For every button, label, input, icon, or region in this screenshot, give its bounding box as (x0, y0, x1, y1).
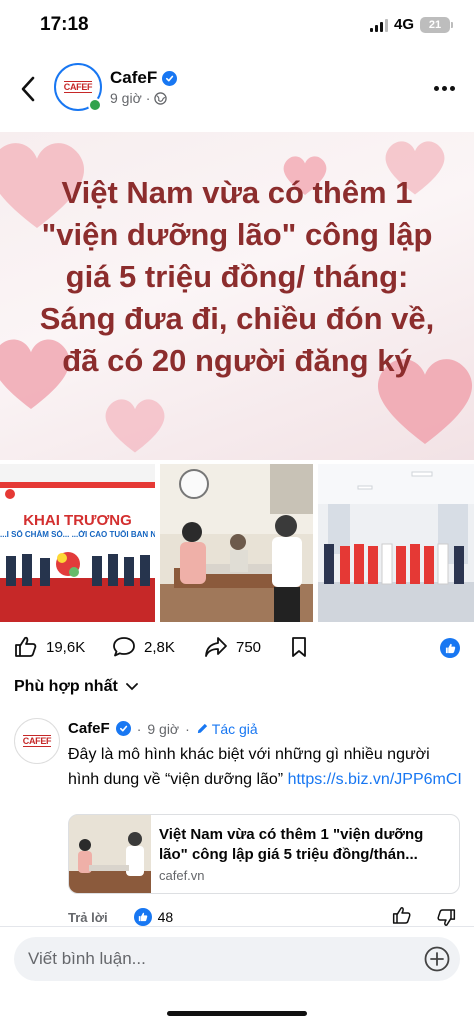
comment-like-count: 48 (157, 909, 174, 925)
photo-hall[interactable] (318, 464, 474, 622)
comment-input-placeholder: Viết bình luận... (28, 949, 146, 968)
avatar-logo: CAFEF (22, 735, 52, 747)
pencil-icon (197, 723, 207, 734)
network-type: 4G (393, 16, 414, 33)
like-count: 19,6K (46, 638, 86, 656)
thumbs-up-icon (445, 643, 455, 653)
post-time[interactable]: 9 giờ (110, 90, 142, 106)
online-status-dot (88, 98, 102, 112)
share-icon (205, 637, 227, 657)
bookmark-icon (292, 637, 306, 657)
comment-link[interactable]: https://s.biz.vn/JPP6mCI (288, 771, 462, 788)
like-button[interactable]: 19,6K (14, 636, 85, 658)
hall-scene (318, 464, 474, 622)
page-name[interactable]: CafeF (110, 68, 157, 88)
link-title: Việt Nam vừa có thêm 1 "viện dưỡng lão" … (159, 826, 424, 863)
comment-header: CafeF · 9 giờ · Tác giả (68, 720, 258, 737)
battery-icon: 21 (420, 16, 453, 33)
thumbs-down-icon[interactable] (436, 908, 456, 927)
photo-ceremony[interactable]: KHAI TRƯƠNG ...I SỐ CHĂM SÓ... ...ỜI CAO… (0, 464, 155, 622)
link-preview-card[interactable]: Việt Nam vừa có thêm 1 "viện dưỡng lão" … (68, 814, 460, 894)
comment-button[interactable]: 2,8K (112, 636, 175, 658)
author-badge-label: Tác giả (211, 720, 258, 737)
comment-actions: Trả lời 48 (68, 906, 464, 928)
add-circle-icon[interactable] (424, 946, 450, 972)
home-indicator (167, 1011, 307, 1016)
save-button[interactable] (290, 636, 308, 658)
comment-icon (113, 637, 135, 657)
headline-text: Việt Nam vừa có thêm 1 "viện dưỡng lão" … (39, 175, 435, 378)
comment-count: 2,8K (144, 638, 175, 656)
headline-image[interactable]: Việt Nam vừa có thêm 1 "viện dưỡng lão" … (0, 132, 474, 460)
comment-separator: · (136, 720, 142, 737)
photo-office[interactable] (160, 464, 313, 622)
back-button[interactable] (14, 72, 42, 106)
comment-like-badge (133, 908, 152, 926)
thumbs-up-icon (15, 636, 37, 657)
author-badge: Tác giả (196, 721, 258, 737)
status-time: 17:18 (40, 14, 89, 35)
verified-badge-icon (162, 70, 178, 86)
office-scene (160, 464, 313, 622)
status-indicators: 4G 21 (369, 16, 453, 33)
comment-time: 9 giờ (147, 720, 180, 737)
thumbs-up-icon (138, 912, 147, 922)
chevron-left-icon (21, 76, 35, 102)
share-count: 750 (236, 638, 262, 656)
thumbs-up-icon[interactable] (392, 906, 412, 925)
page-name-row: CafeF (110, 68, 178, 88)
comment-sort-dropdown[interactable]: Phù hợp nhất (14, 678, 138, 696)
comment-author[interactable]: CafeF (68, 720, 110, 737)
verified-badge-icon (115, 721, 131, 736)
ceremony-scene (0, 464, 155, 622)
comment-input[interactable]: Viết bình luận... (14, 937, 460, 981)
signal-icon (369, 18, 388, 32)
comment-composer-bar: Viết bình luận... (0, 926, 474, 1024)
post-actions: 19,6K 2,8K 750 (0, 628, 474, 670)
heart-icon (105, 399, 165, 453)
comment-separator: · (185, 720, 190, 737)
share-button[interactable]: 750 (204, 636, 261, 658)
meta-separator: · (145, 90, 151, 106)
like-reaction-badge[interactable] (440, 638, 460, 658)
comment-body: Đây là mô hình khác biệt với những gì nh… (68, 742, 464, 792)
banner-subtitle: ...I SỐ CHĂM SÓ... ...ỜI CAO TUỔI BAN N.… (0, 530, 155, 539)
avatar-logo: CAFEF (63, 81, 93, 93)
globe-icon (154, 91, 168, 105)
banner-title: KHAI TRƯƠNG (23, 512, 132, 529)
chevron-down-icon (125, 683, 138, 691)
post-meta: 9 giờ · (110, 90, 168, 106)
comment-avatar[interactable]: CAFEF (14, 718, 60, 764)
link-domain: cafef.vn (159, 868, 205, 883)
reply-button[interactable]: Trả lời (68, 910, 108, 925)
status-bar: 17:18 4G 21 (0, 0, 474, 50)
more-options-button[interactable] (430, 78, 458, 98)
sort-label: Phù hợp nhất (14, 678, 118, 695)
link-thumbnail (69, 815, 151, 893)
post-header: CAFEF CafeF 9 giờ · (0, 58, 474, 120)
battery-level: 21 (428, 18, 442, 31)
